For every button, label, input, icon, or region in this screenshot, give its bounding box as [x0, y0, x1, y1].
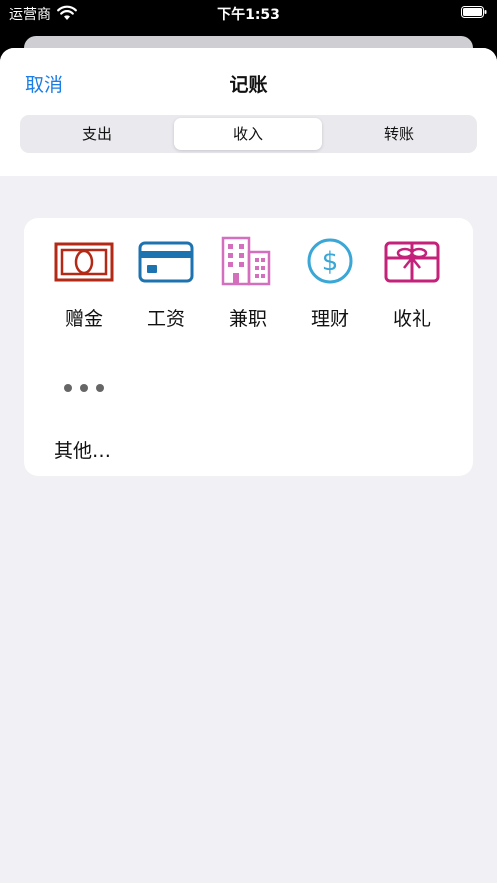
- category-label: 理财: [310, 308, 349, 330]
- category-salary[interactable]: 工资: [125, 236, 207, 331]
- credit-card-icon: [138, 241, 194, 283]
- sheet-header: 取消 记账 支出 收入 转账: [0, 48, 497, 176]
- svg-text:$: $: [322, 247, 339, 277]
- clock: 下午1:53: [217, 7, 280, 23]
- category-label: 工资: [146, 308, 185, 330]
- category-label: 赠金: [64, 308, 103, 330]
- cash-bill-icon: [54, 242, 114, 282]
- battery-icon: [461, 6, 487, 18]
- status-bar: 运营商 下午1:53: [0, 0, 497, 28]
- category-label: 收礼: [392, 308, 431, 330]
- category-other-label[interactable]: 其他…: [54, 436, 111, 463]
- office-building-icon: [221, 236, 271, 286]
- category-gift[interactable]: 收礼: [371, 236, 453, 331]
- segment-transfer[interactable]: 转账: [325, 118, 473, 150]
- gift-icon: [384, 241, 440, 283]
- ellipsis-icon[interactable]: [62, 370, 110, 406]
- category-investment[interactable]: $ 理财: [289, 236, 371, 331]
- category-label: 兼职: [228, 308, 267, 330]
- category-grid: 赠金 工资 兼职 $ 理财 收礼 其他…: [24, 218, 473, 476]
- page-title: 记账: [229, 74, 268, 96]
- category-bonus[interactable]: 赠金: [43, 236, 125, 331]
- dollar-circle-icon: $: [307, 238, 353, 284]
- segment-income[interactable]: 收入: [174, 118, 322, 150]
- segment-expense[interactable]: 支出: [23, 118, 171, 150]
- category-part-time[interactable]: 兼职: [207, 236, 289, 331]
- type-segmented-control: 支出 收入 转账: [20, 115, 477, 153]
- accounting-sheet: 取消 记账 支出 收入 转账 赠金 工资 兼职 $ 理财 收礼 其他…: [0, 48, 497, 883]
